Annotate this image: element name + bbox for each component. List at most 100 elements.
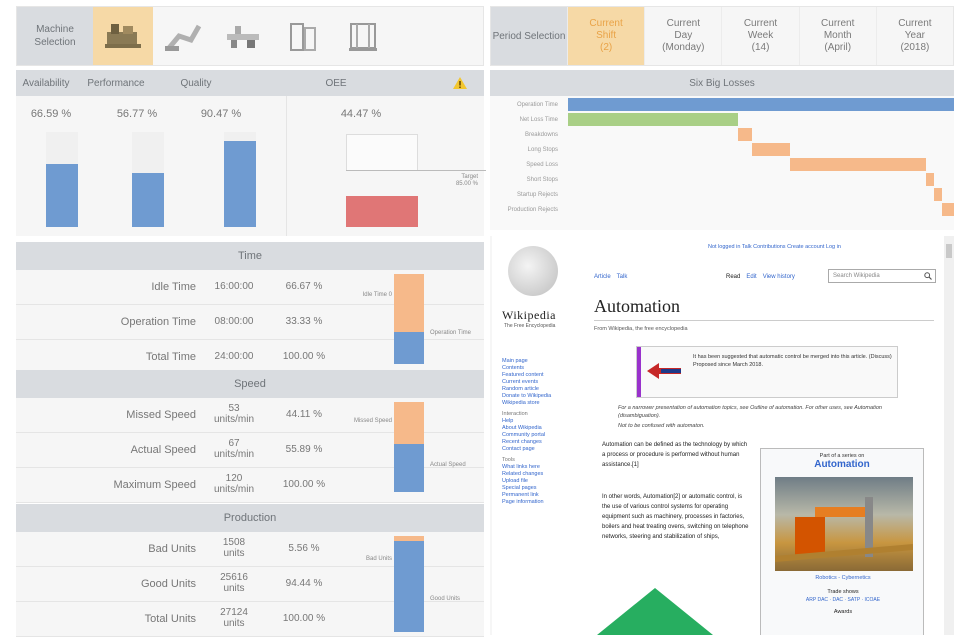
machine-3-button[interactable]: [213, 7, 273, 65]
production-row-value: 25616 units: [202, 572, 266, 594]
loss-label: Production Rejects: [507, 207, 558, 213]
period-selection-label: Period Selection: [491, 7, 567, 65]
production-value-unit: units: [223, 548, 245, 559]
wiki-action-read[interactable]: Read: [726, 274, 740, 280]
wiki-nav-link[interactable]: Page information: [502, 499, 578, 506]
wiki-nav-link[interactable]: Recent changes: [502, 439, 578, 446]
period-current-year[interactable]: Current Year (2018): [875, 7, 953, 65]
wiki-sidebar-heading: Tools: [502, 457, 515, 463]
period-current-week[interactable]: Current Week (14): [721, 7, 798, 65]
wiki-nav-link[interactable]: Wikipedia store: [502, 400, 578, 407]
wiki-merge-notice: It has been suggested that automatic con…: [636, 346, 898, 398]
wiki-nav-link[interactable]: Contact page: [502, 446, 578, 453]
loss-bar-production-rejects: [942, 203, 954, 216]
time-row-pct: 100.00 %: [282, 351, 326, 362]
wiki-nav-link[interactable]: Current events: [502, 379, 578, 386]
machine-5-button[interactable]: [333, 7, 393, 65]
wiki-nav-link[interactable]: Main page: [502, 358, 578, 365]
time-row-value: 24:00:00: [214, 351, 254, 362]
machine-robot-arm-icon: [165, 24, 202, 51]
wiki-search-input[interactable]: Search Wikipedia: [828, 269, 936, 283]
wiki-personal-links[interactable]: Not logged in Talk Contributions Create …: [708, 244, 841, 250]
infobox-awards: Awards: [833, 609, 853, 615]
speed-row-pct: 55.89 %: [285, 444, 323, 455]
speed-row-label: Actual Speed: [130, 444, 196, 456]
production-row-pct: 5.56 %: [288, 543, 320, 554]
wikipedia-globe-logo[interactable]: [508, 246, 558, 296]
wiki-tabs: Article Talk: [594, 274, 627, 280]
machine-2-button[interactable]: [153, 7, 213, 65]
kpi-header-quality: Quality: [180, 77, 212, 89]
wiki-tab-talk[interactable]: Talk: [617, 274, 628, 280]
six-big-losses-chart: Operation Time Net Loss Time Breakdowns …: [490, 96, 954, 230]
machine-1-button[interactable]: [93, 7, 153, 65]
industrial-robot-image[interactable]: [774, 477, 914, 571]
production-legend-top: Bad Units: [365, 556, 392, 562]
wiki-nav-link[interactable]: Featured content: [502, 372, 578, 379]
period-line1: Current: [666, 18, 700, 29]
loss-label: Breakdowns: [524, 132, 558, 138]
production-value-unit: units: [223, 583, 245, 594]
wiki-scrollbar-thumb[interactable]: [946, 244, 952, 258]
wiki-nav-link[interactable]: What links here: [502, 464, 578, 471]
wiki-actions: Read Edit View history: [726, 274, 795, 280]
period-line3: (2018): [900, 42, 930, 53]
wiki-nav-link[interactable]: Donate to Wikipedia: [502, 393, 578, 400]
production-row-label: Total Units: [144, 613, 196, 625]
wiki-hatnote: For a narrower presentation of automatio…: [618, 405, 882, 419]
period-line3: (14): [751, 42, 770, 53]
wiki-nav-link[interactable]: Community portal: [502, 432, 578, 439]
production-value-unit: units: [223, 618, 245, 629]
wiki-nav-link[interactable]: Related changes: [502, 471, 578, 478]
wikipedia-wordmark: Wikipedia: [502, 308, 556, 322]
merge-notice-text: It has been suggested that automatic con…: [693, 354, 892, 368]
kpi-header-row: Availability Performance Quality OEE: [16, 70, 484, 96]
period-current-day[interactable]: Current Day (Monday): [644, 7, 721, 65]
speed-value-unit: units/min: [213, 414, 254, 425]
wiki-sidebar: Main page Contents Featured content Curr…: [502, 358, 578, 506]
period-line1: Current: [743, 18, 778, 29]
kpi-warning[interactable]: [436, 70, 484, 96]
production-value-number: 25616: [220, 572, 248, 583]
wiki-nav-link[interactable]: Permanent link: [502, 492, 578, 499]
merge-arrow-icon: [647, 363, 681, 379]
machine-selection-label: Machine Selection: [17, 7, 93, 65]
speed-row-value: 120 units/min: [202, 473, 266, 495]
wiki-body-paragraph: In other words, Automation[2] or automat…: [602, 494, 749, 540]
period-line2: Month: [823, 30, 852, 41]
period-current-shift[interactable]: Current Shift (2): [567, 7, 645, 65]
availability-value: 66.59 %: [30, 108, 72, 120]
wiki-nav-link[interactable]: Special pages: [502, 485, 578, 492]
wiki-hatnote: Not to be confused with automaton.: [618, 423, 705, 429]
wiki-nav-link[interactable]: Upload file: [502, 478, 578, 485]
speed-row-label: Maximum Speed: [113, 479, 196, 491]
robot-arm-illustration: [774, 497, 914, 562]
wiki-nav-link[interactable]: About Wikipedia: [502, 425, 578, 432]
time-row-value: 08:00:00: [214, 316, 254, 327]
loss-label: Short Stops: [526, 177, 558, 183]
infobox-caption: Robotics - Cybernetics: [815, 575, 871, 581]
speed-row-value: 67 units/min: [202, 438, 266, 460]
time-row-pct: 33.33 %: [285, 316, 323, 327]
period-line2: Week: [747, 30, 774, 41]
production-row-label: Good Units: [140, 578, 196, 590]
wiki-action-history[interactable]: View history: [763, 274, 795, 280]
loss-bar-operation-time: [568, 98, 954, 111]
wiki-nav-link[interactable]: Random article: [502, 386, 578, 393]
oee-target-line: [346, 170, 486, 171]
loss-bar-startup-rejects: [934, 188, 942, 201]
search-icon[interactable]: [924, 272, 932, 280]
wiki-title-rule: [594, 320, 934, 321]
wiki-nav-link[interactable]: Contents: [502, 365, 578, 372]
wiki-nav-link[interactable]: Help: [502, 418, 578, 425]
wiki-search-placeholder: Search Wikipedia: [833, 273, 880, 279]
wiki-tab-article[interactable]: Article: [594, 274, 611, 280]
machine-4-button[interactable]: [273, 7, 333, 65]
speed-row-pct: 100.00 %: [282, 479, 326, 490]
period-current-month[interactable]: Current Month (April): [798, 7, 876, 65]
wiki-scrollbar[interactable]: [944, 236, 954, 635]
production-row-value: 27124 units: [202, 607, 266, 629]
loss-bar-short-stops: [926, 173, 934, 186]
wiki-article-title: Automation: [594, 296, 680, 316]
wiki-action-edit[interactable]: Edit: [746, 274, 756, 280]
